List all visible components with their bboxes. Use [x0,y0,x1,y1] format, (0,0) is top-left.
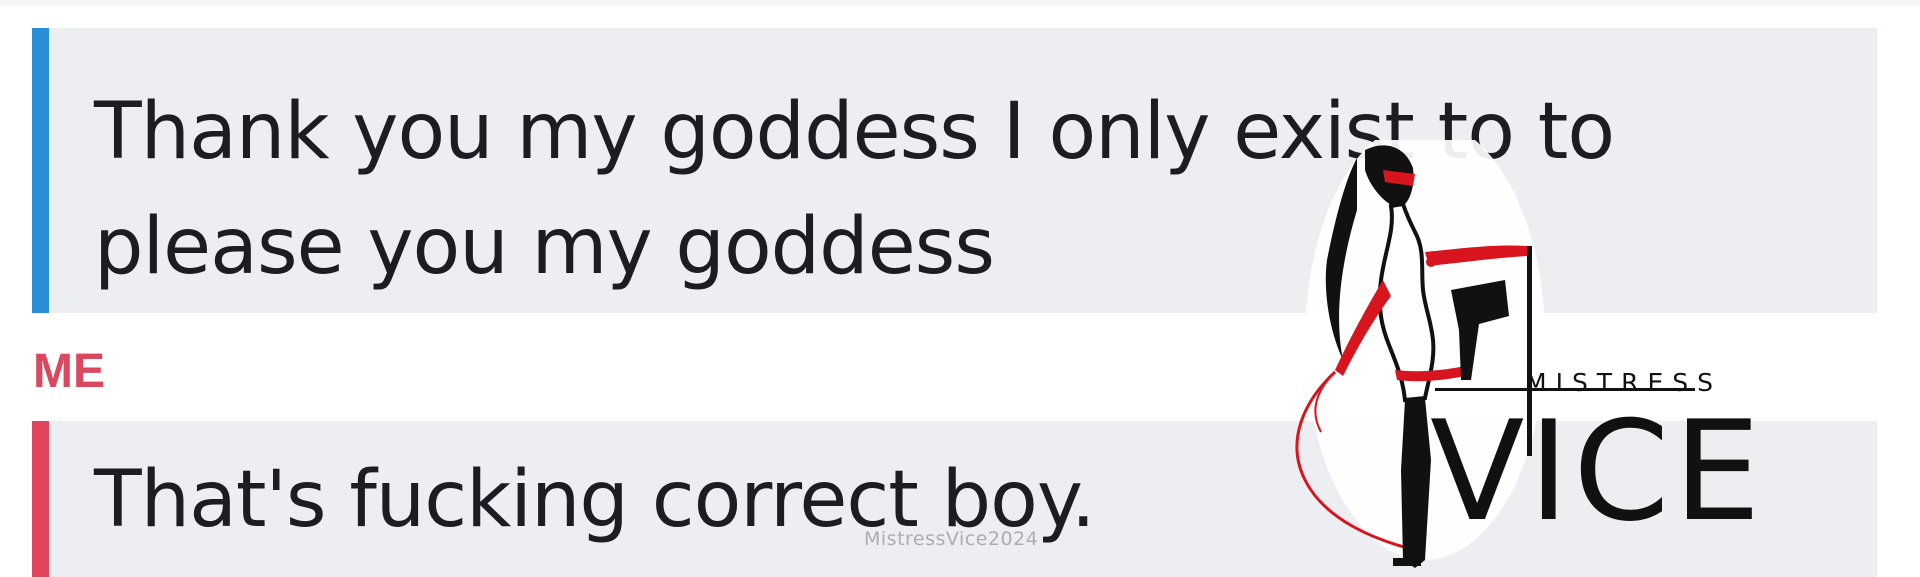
chat-screenshot: Thank you my goddess I only exist to to … [0,0,1920,577]
sender-color-bar [32,421,49,577]
sender-color-bar [32,28,49,313]
logo-title: VICE [1430,391,1765,552]
sender-label-me: ME [33,345,105,398]
watermark-text: MistressVice2024 [864,528,1039,550]
previous-message-edge [0,0,1920,6]
